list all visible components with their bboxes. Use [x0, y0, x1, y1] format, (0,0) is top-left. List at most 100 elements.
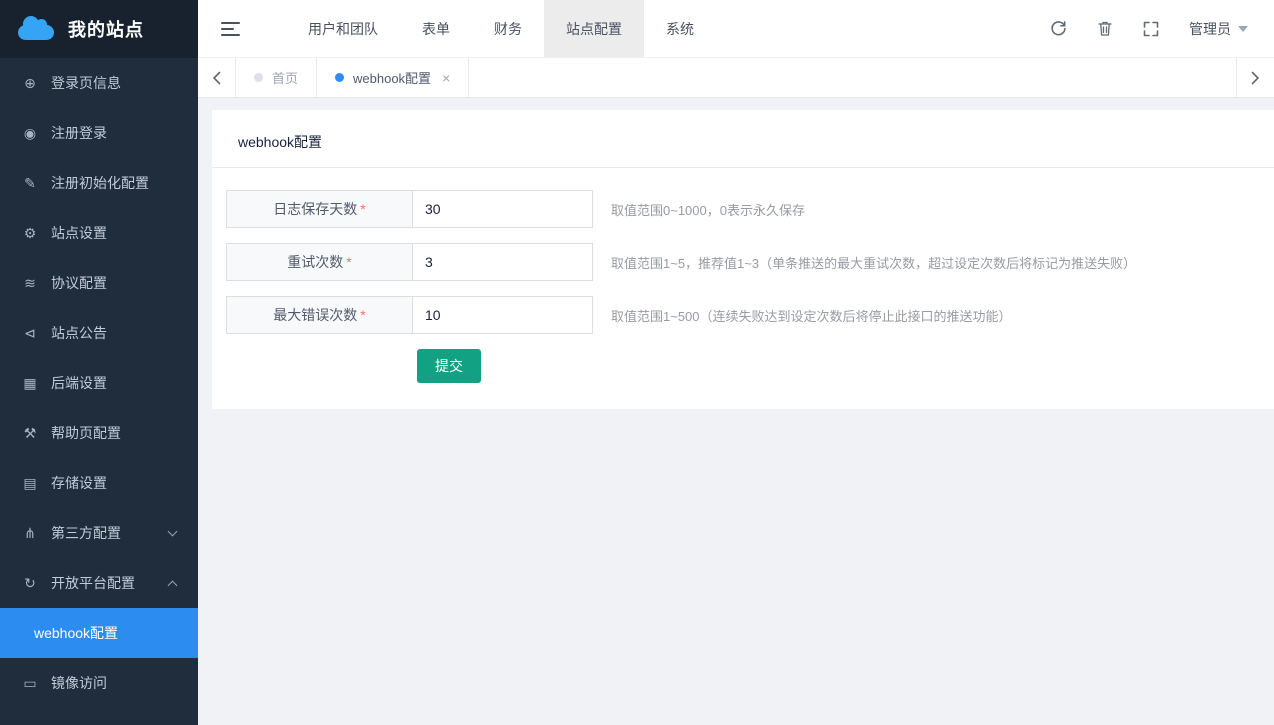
sidebar-item-webhook-config[interactable]: webhook配置 — [0, 608, 198, 658]
required-asterisk: * — [360, 307, 365, 323]
sidebar: 我的站点 ⊕ 登录页信息 ◉ 注册登录 ✎ 注册初始化配置 ⚙ 站点设置 ≋ 协… — [0, 0, 198, 725]
tab-label: 首页 — [272, 68, 298, 87]
form-row-log-retention-days: 日志保存天数 * 取值范围0~1000，0表示永久保存 — [226, 190, 1274, 228]
tab-scroll-right-button[interactable] — [1236, 58, 1274, 97]
sidebar-item-label: 镜像访问 — [51, 673, 107, 693]
sidebar-item-label: 登录页信息 — [51, 73, 121, 93]
field-label-text: 最大错误次数 — [273, 305, 357, 325]
caret-down-icon — [1238, 26, 1248, 32]
chevron-right-icon — [1251, 71, 1260, 85]
brand-logo: 我的站点 — [0, 0, 198, 58]
sidebar-item-label: 帮助页配置 — [51, 423, 121, 443]
top-header: 用户和团队 表单 财务 站点配置 系统 — [198, 0, 1274, 58]
sidebar-item-label: webhook配置 — [34, 623, 118, 643]
nav-item-users-teams[interactable]: 用户和团队 — [286, 0, 400, 57]
field-label-text: 重试次数 — [287, 252, 343, 272]
sidebar-item-label: 开放平台配置 — [51, 573, 135, 593]
main-column: 用户和团队 表单 财务 站点配置 系统 — [198, 0, 1274, 725]
trash-button[interactable] — [1097, 20, 1113, 37]
sidebar-item-help-page-config[interactable]: ⚒ 帮助页配置 — [0, 408, 198, 458]
tab-home[interactable]: 首页 — [236, 58, 317, 97]
nav-item-system[interactable]: 系统 — [644, 0, 716, 57]
rss-icon: ≋ — [22, 275, 38, 292]
sidebar-item-label: 站点公告 — [51, 323, 107, 343]
refresh-button[interactable] — [1050, 20, 1067, 37]
sidebar-item-mirror-access[interactable]: ▭ 镜像访问 — [0, 658, 198, 708]
nav-item-label: 财务 — [494, 19, 522, 39]
fullscreen-button[interactable] — [1143, 21, 1159, 37]
tab-dot — [335, 73, 344, 82]
retry-count-label: 重试次数 * — [226, 243, 412, 281]
chevron-down-icon — [168, 526, 178, 536]
log-retention-days-input[interactable] — [412, 190, 593, 228]
pencil-icon: ✎ — [22, 175, 38, 192]
top-nav: 用户和团队 表单 财务 站点配置 系统 — [286, 0, 716, 57]
register-icon: ◉ — [22, 125, 38, 142]
sidebar-item-backend-settings[interactable]: ▦ 后端设置 — [0, 358, 198, 408]
refresh-circle-icon: ↻ — [22, 575, 38, 592]
content-area: webhook配置 日志保存天数 * 取值范围0~1000，0表示永久保存 重试… — [198, 98, 1274, 725]
admin-menu[interactable]: 管理员 — [1189, 19, 1248, 39]
max-error-count-hint: 取值范围1~500（连续失败达到设定次数后将停止此接口的推送功能） — [611, 306, 1012, 325]
app-root: 我的站点 ⊕ 登录页信息 ◉ 注册登录 ✎ 注册初始化配置 ⚙ 站点设置 ≋ 协… — [0, 0, 1274, 725]
sidebar-item-register-init-config[interactable]: ✎ 注册初始化配置 — [0, 158, 198, 208]
sidebar-item-open-platform-config[interactable]: ↻ 开放平台配置 — [0, 558, 198, 608]
chevron-up-icon — [168, 580, 178, 590]
cloud-logo-icon — [18, 25, 54, 40]
nav-item-label: 表单 — [422, 19, 450, 39]
sidebar-item-label: 站点设置 — [51, 223, 107, 243]
sidebar-item-third-party-config[interactable]: ⋔ 第三方配置 — [0, 508, 198, 558]
tab-webhook-config[interactable]: webhook配置 × — [317, 58, 469, 97]
chevron-left-icon — [212, 71, 221, 85]
tab-close-icon[interactable]: × — [442, 71, 450, 85]
speaker-icon: ⊲ — [22, 325, 38, 342]
globe-icon: ⊕ — [22, 75, 38, 92]
nav-item-label: 系统 — [666, 19, 694, 39]
grid-icon: ▦ — [22, 375, 38, 392]
sidebar-item-site-settings[interactable]: ⚙ 站点设置 — [0, 208, 198, 258]
nav-item-site-config[interactable]: 站点配置 — [544, 0, 644, 57]
sidebar-item-storage-settings[interactable]: ▤ 存储设置 — [0, 458, 198, 508]
tab-label: webhook配置 — [353, 68, 431, 87]
bank-icon: ▤ — [22, 475, 38, 492]
tab-bar: 首页 webhook配置 × — [198, 58, 1274, 98]
sidebar-item-label: 第三方配置 — [51, 523, 121, 543]
sidebar-item-label: 存储设置 — [51, 473, 107, 493]
form-row-max-error-count: 最大错误次数 * 取值范围1~500（连续失败达到设定次数后将停止此接口的推送功… — [226, 296, 1274, 334]
tab-dot — [254, 73, 263, 82]
nav-item-label: 用户和团队 — [308, 19, 378, 39]
field-label-text: 日志保存天数 — [273, 199, 357, 219]
retry-count-hint: 取值范围1~5，推荐值1~3（单条推送的最大重试次数，超过设定次数后将标记为推送… — [611, 253, 1136, 272]
required-asterisk: * — [360, 201, 365, 217]
sidebar-item-label: 注册登录 — [51, 123, 107, 143]
admin-label: 管理员 — [1189, 19, 1231, 39]
sidebar-toggle-button[interactable] — [198, 0, 262, 57]
sidebar-item-site-announcement[interactable]: ⊲ 站点公告 — [0, 308, 198, 358]
max-error-count-input[interactable] — [412, 296, 593, 334]
sidebar-item-login-page-info[interactable]: ⊕ 登录页信息 — [0, 58, 198, 108]
submit-button[interactable]: 提交 — [417, 349, 481, 383]
gear-icon: ⚙ — [22, 225, 38, 242]
card-title: webhook配置 — [212, 110, 1274, 167]
webhook-config-form: 日志保存天数 * 取值范围0~1000，0表示永久保存 重试次数 * 取值范围1… — [212, 168, 1274, 383]
form-row-retry-count: 重试次数 * 取值范围1~5，推荐值1~3（单条推送的最大重试次数，超过设定次数… — [226, 243, 1274, 281]
brand-title: 我的站点 — [68, 16, 144, 42]
webhook-config-card: webhook配置 日志保存天数 * 取值范围0~1000，0表示永久保存 重试… — [212, 110, 1274, 409]
log-retention-days-hint: 取值范围0~1000，0表示永久保存 — [611, 200, 805, 219]
fullscreen-icon — [1143, 21, 1159, 37]
nav-item-finance[interactable]: 财务 — [472, 0, 544, 57]
sidebar-item-protocol-config[interactable]: ≋ 协议配置 — [0, 258, 198, 308]
retry-count-input[interactable] — [412, 243, 593, 281]
required-asterisk: * — [346, 254, 351, 270]
nav-item-forms[interactable]: 表单 — [400, 0, 472, 57]
log-retention-days-label: 日志保存天数 * — [226, 190, 412, 228]
sidebar-item-label: 协议配置 — [51, 273, 107, 293]
sidebar-item-register-login[interactable]: ◉ 注册登录 — [0, 108, 198, 158]
sidebar-menu: ⊕ 登录页信息 ◉ 注册登录 ✎ 注册初始化配置 ⚙ 站点设置 ≋ 协议配置 ⊲… — [0, 58, 198, 725]
wrench-icon: ⚒ — [22, 425, 38, 442]
monitor-icon: ▭ — [22, 675, 38, 692]
refresh-icon — [1050, 20, 1067, 37]
sidebar-item-label: 后端设置 — [51, 373, 107, 393]
submit-row: 提交 — [417, 349, 1274, 383]
tab-scroll-left-button[interactable] — [198, 58, 236, 97]
